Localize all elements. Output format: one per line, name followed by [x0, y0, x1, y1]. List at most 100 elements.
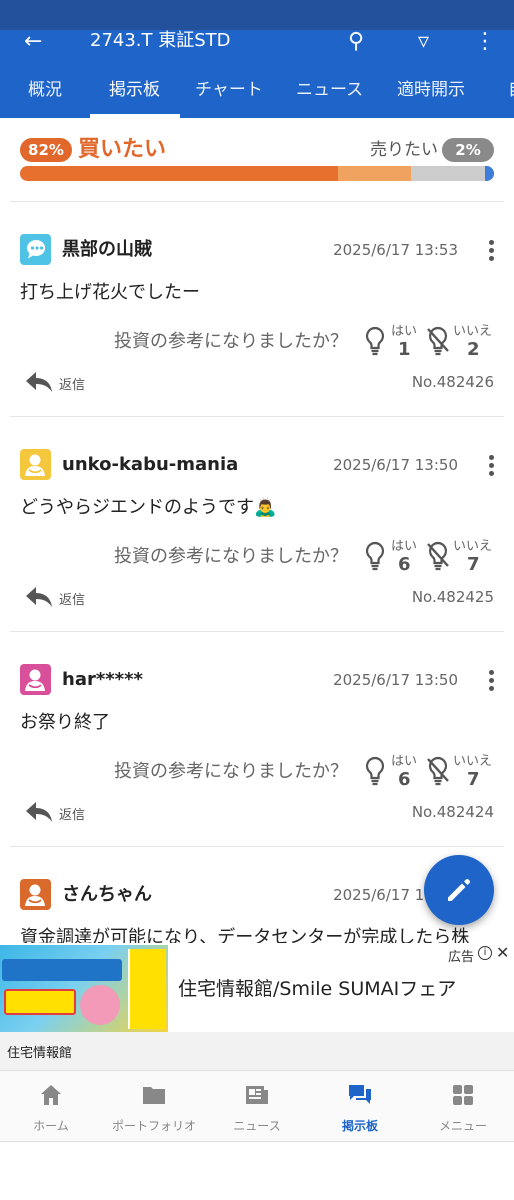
lightbulb-icon[interactable]: [364, 326, 386, 356]
app-header: ← 2743.T 東証STD ⚲ ▿ ⋮ 概況 掲示板 チャート ニュース 適時…: [0, 30, 514, 118]
nav-news-label: ニュース: [233, 1119, 281, 1133]
nav-menu[interactable]: メニュー: [413, 1071, 513, 1143]
helpful-question: 投資の参考になりましたか？: [114, 331, 348, 352]
reply-arrow-icon: [26, 802, 52, 822]
yes-label: はい: [391, 754, 418, 769]
lightbulb-off-icon[interactable]: [426, 541, 450, 571]
sell-label: 売りたい: [370, 140, 438, 160]
nav-news[interactable]: ニュース: [207, 1071, 307, 1143]
ad-image[interactable]: [0, 945, 168, 1032]
no-label: いいえ: [453, 754, 493, 769]
yes-count: 1: [398, 339, 411, 360]
tab-chart[interactable]: チャート: [195, 74, 263, 118]
ad-title[interactable]: 住宅情報館/Smile SUMAIフェア: [178, 977, 456, 1001]
no-count: 7: [467, 554, 480, 575]
user-avatar[interactable]: [20, 664, 51, 695]
helpful-question: 投資の参考になりましたか？: [114, 546, 348, 567]
post-card: 黒部の山賊 2025/6/17 13:53 打ち上げ花火でしたー 投資の参考にな…: [10, 201, 504, 416]
buy-percent-badge: 82%: [20, 138, 72, 162]
ad-footer: 住宅情報館: [0, 1032, 514, 1070]
ad-advertiser: 住宅情報館: [7, 1046, 73, 1061]
person-avatar-icon: [20, 449, 51, 480]
tab-next[interactable]: 自: [508, 74, 514, 118]
post-text: 打ち上げ花火でしたー: [20, 282, 200, 303]
post-timestamp: 2025/6/17 13:50: [333, 671, 458, 689]
more-vertical-icon[interactable]: ⋮: [474, 31, 496, 53]
post-more-icon[interactable]: [486, 668, 496, 692]
reply-label: 返信: [59, 808, 86, 823]
post-number[interactable]: No.482426: [412, 373, 494, 391]
post-number[interactable]: No.482425: [412, 588, 494, 606]
yes-count: 6: [398, 554, 411, 575]
tab-board[interactable]: 掲示板: [109, 74, 160, 118]
menu-grid-icon: [453, 1085, 473, 1105]
nav-portfolio[interactable]: ポートフォリオ: [104, 1071, 204, 1143]
lightbulb-icon[interactable]: [364, 756, 386, 786]
board-icon: [349, 1085, 371, 1104]
sentiment-segment-0: [20, 166, 338, 181]
tab-news[interactable]: ニュース: [296, 74, 363, 118]
person-avatar-icon: [20, 879, 51, 910]
person-avatar-icon: [20, 664, 51, 695]
active-tab-indicator: [90, 114, 180, 118]
nav-menu-label: メニュー: [438, 1119, 487, 1133]
sentiment-segment-2: [411, 166, 485, 181]
home-icon: [41, 1085, 61, 1105]
ad-info-icon[interactable]: i: [478, 946, 492, 960]
post-text: お祭り終了: [20, 712, 110, 733]
sentiment-segment-3: [484, 166, 494, 181]
username[interactable]: さんちゃん: [62, 883, 152, 907]
ad-banner[interactable]: 住宅情報館/Smile SUMAIフェア 広告 i ✕ 住宅情報館: [0, 943, 514, 1070]
tab-disclosure[interactable]: 適時開示: [397, 74, 465, 118]
username[interactable]: 黒部の山賊: [62, 238, 152, 262]
nav-home[interactable]: ホーム: [1, 1071, 101, 1143]
yes-label: はい: [391, 539, 418, 554]
post-text: 資金調達が可能になり、データセンターが完成したら株: [20, 927, 470, 943]
lightbulb-icon[interactable]: [364, 541, 386, 571]
pencil-icon: [448, 878, 471, 901]
bottom-nav: ホーム ポートフォリオ ニュース 掲示板 メニュー: [0, 1070, 514, 1142]
username[interactable]: har*****: [62, 668, 143, 692]
nav-board-label: 掲示板: [341, 1119, 378, 1133]
user-avatar[interactable]: [20, 449, 51, 480]
no-count: 7: [467, 769, 480, 790]
helpful-question: 投資の参考になりましたか？: [114, 761, 348, 782]
username[interactable]: unko-kabu-mania: [62, 453, 238, 477]
compose-post-button[interactable]: [424, 855, 494, 925]
reply-arrow-icon: [26, 372, 52, 392]
yes-count: 6: [398, 769, 411, 790]
no-label: いいえ: [453, 539, 493, 554]
post-number[interactable]: No.482424: [412, 803, 494, 821]
search-icon[interactable]: ⚲: [348, 31, 364, 53]
post-card: har***** 2025/6/17 13:50 お祭り終了 投資の参考になりま…: [10, 631, 504, 846]
nav-board[interactable]: 掲示板: [310, 1071, 410, 1143]
back-arrow-icon[interactable]: ←: [24, 31, 42, 53]
sentiment-bar: [20, 166, 494, 181]
ad-tag: 広告: [448, 950, 475, 965]
folder-icon: [143, 1087, 165, 1104]
reply-arrow-icon: [26, 587, 52, 607]
post-timestamp: 2025/6/17 13:53: [333, 241, 458, 259]
buy-label: 買いたい: [78, 137, 167, 162]
post-text: どうやらジエンドのようです🙇‍♂️: [20, 497, 277, 518]
chat-bubble-avatar-icon: [20, 234, 51, 265]
lightbulb-off-icon[interactable]: [426, 326, 450, 356]
ad-close-icon[interactable]: ✕: [496, 944, 509, 962]
post-card: unko-kabu-mania 2025/6/17 13:50 どうやらジエンド…: [10, 416, 504, 631]
tab-overview[interactable]: 概況: [28, 74, 62, 118]
sentiment-panel: 82% 買いたい 売りたい 2%: [20, 136, 494, 186]
sell-percent-badge: 2%: [442, 138, 494, 162]
lightbulb-off-icon[interactable]: [426, 756, 450, 786]
bell-icon[interactable]: ▿: [418, 31, 429, 53]
yes-label: はい: [391, 324, 418, 339]
post-timestamp: 2025/6/17 13:50: [333, 456, 458, 474]
news-icon: [246, 1086, 268, 1104]
user-avatar[interactable]: [20, 879, 51, 910]
no-count: 2: [467, 339, 480, 360]
user-avatar[interactable]: [20, 234, 51, 265]
reply-label: 返信: [59, 378, 86, 393]
nav-portfolio-label: ポートフォリオ: [111, 1119, 196, 1133]
post-more-icon[interactable]: [486, 238, 496, 262]
stock-ticker-title: 2743.T 東証STD: [90, 30, 231, 51]
post-more-icon[interactable]: [486, 453, 496, 477]
